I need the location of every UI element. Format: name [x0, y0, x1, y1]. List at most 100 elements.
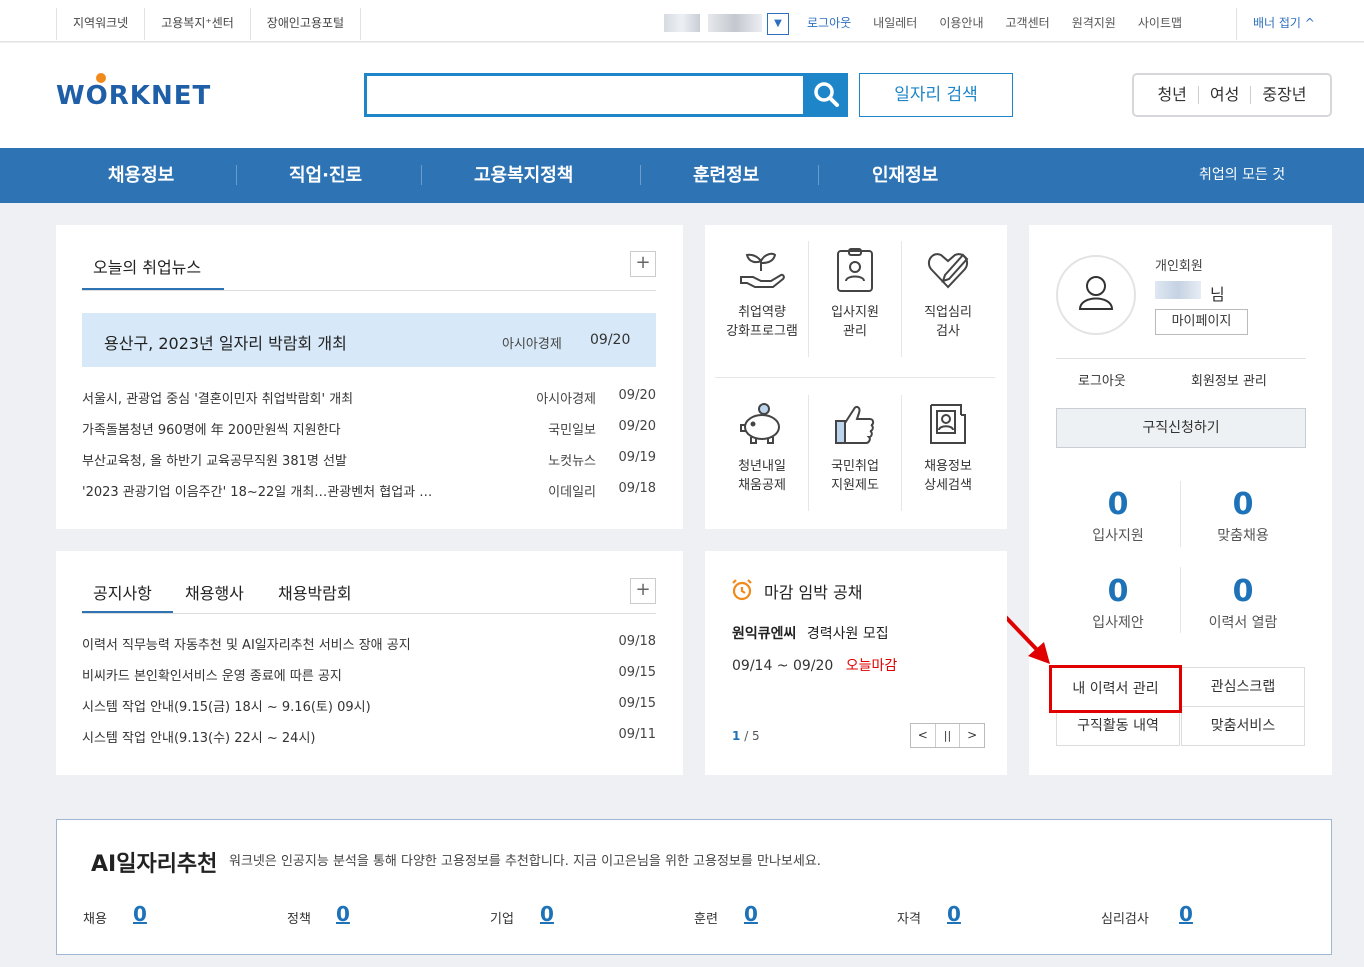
- mypage-button[interactable]: 마이페이지: [1155, 309, 1248, 335]
- stat-matched-jobs[interactable]: 0 맞춤채용: [1181, 489, 1305, 545]
- news-highlight[interactable]: 용산구, 2023년 일자리 박람회 개최 아시아경제 09/20: [82, 313, 656, 367]
- notice-item-title: 시스템 작업 안내(9.15(금) 18시 ~ 9.16(토) 09시): [82, 700, 371, 715]
- news-item[interactable]: 서울시, 관광업 중심 '결혼이민자 취업박람회' 개최 아시아경제 09/20: [82, 388, 656, 408]
- audience-selector: 청년 여성 중장년: [1132, 73, 1332, 117]
- my-resume-manage-button[interactable]: 내 이력서 관리: [1049, 665, 1182, 713]
- stat-label: 입사지원: [1092, 528, 1144, 544]
- quick-psych-test[interactable]: 직업심리 검사: [901, 247, 995, 341]
- link-welfare-center[interactable]: 고용복지⁺센터: [145, 8, 251, 40]
- search-button[interactable]: [805, 73, 848, 117]
- member-info-link[interactable]: 회원정보 관리: [1191, 370, 1267, 389]
- news-title[interactable]: 오늘의 취업뉴스: [93, 254, 201, 278]
- custom-service-button[interactable]: 맞춤서비스: [1181, 706, 1305, 746]
- link-customer-center[interactable]: 고객센터: [995, 8, 1061, 38]
- deadline-title: 마감 임박 공채: [764, 583, 863, 602]
- job-search-button[interactable]: 일자리 검색: [859, 73, 1013, 117]
- news-item[interactable]: '2023 관광기업 이음주간' 18~22일 개최…관광벤처 협업과 … 이데…: [82, 481, 656, 501]
- quick-national-employment[interactable]: 국민취업 지원제도: [808, 401, 902, 495]
- stat-label: 입사제안: [1092, 615, 1144, 631]
- tab-job-fairs[interactable]: 채용박람회: [278, 580, 352, 604]
- ai-cat-value-training[interactable]: 0: [744, 902, 758, 926]
- deadline-status: 오늘마감: [845, 658, 898, 674]
- search-icon: [814, 82, 839, 107]
- nav-recruitment[interactable]: 채용정보: [108, 148, 174, 203]
- seg-women[interactable]: 여성: [1197, 86, 1250, 104]
- quick-label: 검사: [936, 324, 960, 339]
- next-icon[interactable]: >: [960, 724, 984, 747]
- ai-recommendation-panel: AI일자리추천 워크넷은 인공지능 분석을 통해 다양한 고용정보를 추천합니다…: [56, 819, 1332, 955]
- tab-notices[interactable]: 공지사항: [93, 580, 152, 604]
- link-logout[interactable]: 로그아웃: [796, 8, 862, 38]
- news-item-title: 가족돌봄청년 960명에 年 200만원씩 지원한다: [82, 423, 341, 438]
- nav-career[interactable]: 직업·진로: [289, 148, 362, 203]
- user-panel: 개인회원 님 마이페이지 로그아웃 회원정보 관리 구직신청하기 0 입사지원 …: [1029, 225, 1332, 775]
- nav-all-about-jobs[interactable]: 취업의 모든 것: [1199, 148, 1285, 203]
- notice-item[interactable]: 비씨카드 본인확인서비스 운영 종료에 따른 공지 09/15: [82, 665, 656, 685]
- stat-value: 0: [1107, 574, 1129, 609]
- nav-divider: [640, 165, 641, 185]
- stat-job-offers[interactable]: 0 입사제안: [1056, 576, 1180, 632]
- nav-talent[interactable]: 인재정보: [872, 148, 938, 203]
- notice-item-title: 비씨카드 본인확인서비스 운영 종료에 따른 공지: [82, 669, 342, 684]
- quick-label: 강화프로그램: [726, 324, 798, 339]
- page-total: / 5: [744, 729, 760, 743]
- nav-welfare-policy[interactable]: 고용복지정책: [474, 148, 573, 203]
- notice-item[interactable]: 이력서 직무능력 자동추천 및 AI일자리추천 서비스 장애 공지 09/18: [82, 634, 656, 654]
- quick-employment-program[interactable]: 취업역량강화프로그램: [715, 247, 809, 341]
- notice-item[interactable]: 시스템 작업 안내(9.13(수) 22시 ~ 24시) 09/11: [82, 727, 656, 747]
- ai-cat-value-company[interactable]: 0: [540, 902, 554, 926]
- stat-applications[interactable]: 0 입사지원: [1056, 489, 1180, 545]
- notice-item-title: 시스템 작업 안내(9.13(수) 22시 ~ 24시): [82, 731, 316, 746]
- link-sitemap[interactable]: 사이트맵: [1127, 8, 1193, 38]
- nav-training[interactable]: 훈련정보: [693, 148, 759, 203]
- alarm-clock-icon: [732, 579, 752, 601]
- link-regional-worknet[interactable]: 지역워크넷: [57, 8, 146, 40]
- id-clipboard-icon: [837, 248, 873, 292]
- quick-label: 상세검색: [924, 478, 972, 493]
- quick-job-detail-search[interactable]: 채용정보 상세검색: [901, 401, 995, 495]
- stat-resume-views[interactable]: 0 이력서 열람: [1181, 576, 1305, 632]
- link-disability-portal[interactable]: 장애인고용포털: [251, 8, 362, 40]
- ai-cat-label: 기업: [490, 912, 514, 927]
- news-panel: 오늘의 취업뉴스 + 용산구, 2023년 일자리 박람회 개최 아시아경제 0…: [56, 225, 683, 529]
- ai-cat-value-license[interactable]: 0: [947, 902, 961, 926]
- sprout-hand-icon: [740, 252, 785, 288]
- quick-label: 취업역량: [738, 305, 786, 320]
- carousel-controls: < || >: [910, 723, 985, 748]
- notice-item[interactable]: 시스템 작업 안내(9.15(금) 18시 ~ 9.16(토) 09시) 09/…: [82, 696, 656, 716]
- worknet-logo[interactable]: WORKNET: [56, 73, 211, 111]
- piggy-bank-icon: [740, 403, 780, 444]
- link-newsletter[interactable]: 내일레터: [862, 8, 928, 38]
- quick-youth-savings[interactable]: 청년내일 채움공제: [715, 401, 809, 495]
- news-item-title: '2023 관광기업 이음주간' 18~22일 개최…관광벤처 협업과 …: [82, 485, 433, 500]
- deadline-company: 원익큐엔씨: [732, 626, 797, 642]
- news-item[interactable]: 가족돌봄청년 960명에 年 200만원씩 지원한다 국민일보 09/20: [82, 419, 656, 439]
- news-item[interactable]: 부산교육청, 올 하반기 교육공무직원 381명 선발 노컷뉴스 09/19: [82, 450, 656, 470]
- nav-divider: [421, 165, 422, 185]
- search-input[interactable]: [364, 73, 806, 117]
- ai-cat-label: 심리검사: [1101, 912, 1149, 927]
- deadline-panel: 마감 임박 공채 원익큐엔씨 경력사원 모집 09/14 ~ 09/20 오늘마…: [705, 551, 1007, 775]
- thumbs-up-icon: [835, 405, 875, 444]
- notice-item-title: 이력서 직무능력 자동추천 및 AI일자리추천 서비스 장애 공지: [82, 638, 411, 653]
- seg-youth[interactable]: 청년: [1146, 86, 1197, 104]
- deadline-job[interactable]: 원익큐엔씨 경력사원 모집: [732, 623, 889, 643]
- job-apply-button[interactable]: 구직신청하기: [1056, 408, 1306, 448]
- prev-icon[interactable]: <: [911, 724, 936, 747]
- banner-collapse-button[interactable]: 배너 접기 ^: [1236, 8, 1364, 40]
- tab-recruit-events[interactable]: 채용행사: [185, 580, 244, 604]
- chevron-down-icon[interactable]: ▼: [767, 13, 789, 35]
- ai-cat-value-psych[interactable]: 0: [1179, 902, 1193, 926]
- logout-link[interactable]: 로그아웃: [1078, 370, 1126, 389]
- news-item-source: 이데일리: [548, 485, 596, 500]
- link-remote-support[interactable]: 원격지원: [1061, 8, 1127, 38]
- ai-cat-value-jobs[interactable]: 0: [133, 902, 147, 926]
- quick-application-manage[interactable]: 입사지원 관리: [808, 247, 902, 341]
- interest-scrap-button[interactable]: 관심스크랩: [1181, 667, 1305, 707]
- news-more-button[interactable]: +: [630, 251, 656, 277]
- pause-icon[interactable]: ||: [936, 724, 961, 747]
- seg-middle-aged[interactable]: 중장년: [1250, 86, 1317, 104]
- notices-more-button[interactable]: +: [630, 578, 656, 604]
- ai-cat-value-policy[interactable]: 0: [336, 902, 350, 926]
- link-guide[interactable]: 이용안내: [928, 8, 994, 38]
